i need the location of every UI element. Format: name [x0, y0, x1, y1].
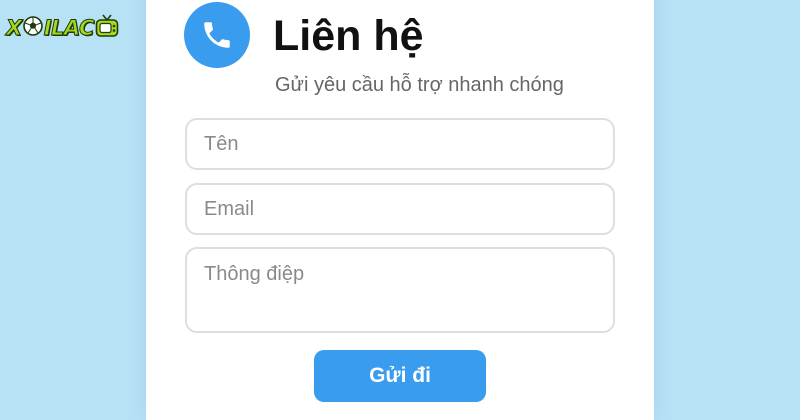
logo-text-middle: IL	[43, 16, 65, 41]
message-field[interactable]	[185, 247, 615, 333]
page-title: Liên hệ	[273, 12, 424, 60]
site-logo[interactable]: X IL AC	[6, 12, 119, 44]
phone-icon	[184, 2, 250, 68]
logo-text-end: AC	[63, 16, 95, 41]
page-subtitle: Gửi yêu cầu hỗ trợ nhanh chóng	[275, 74, 564, 96]
name-field[interactable]	[185, 118, 615, 170]
email-field[interactable]	[185, 183, 615, 235]
logo-text-start: X	[6, 16, 23, 41]
soccer-ball-icon	[22, 15, 43, 41]
submit-button[interactable]: Gửi đi	[314, 350, 486, 402]
tv-icon	[95, 13, 119, 44]
